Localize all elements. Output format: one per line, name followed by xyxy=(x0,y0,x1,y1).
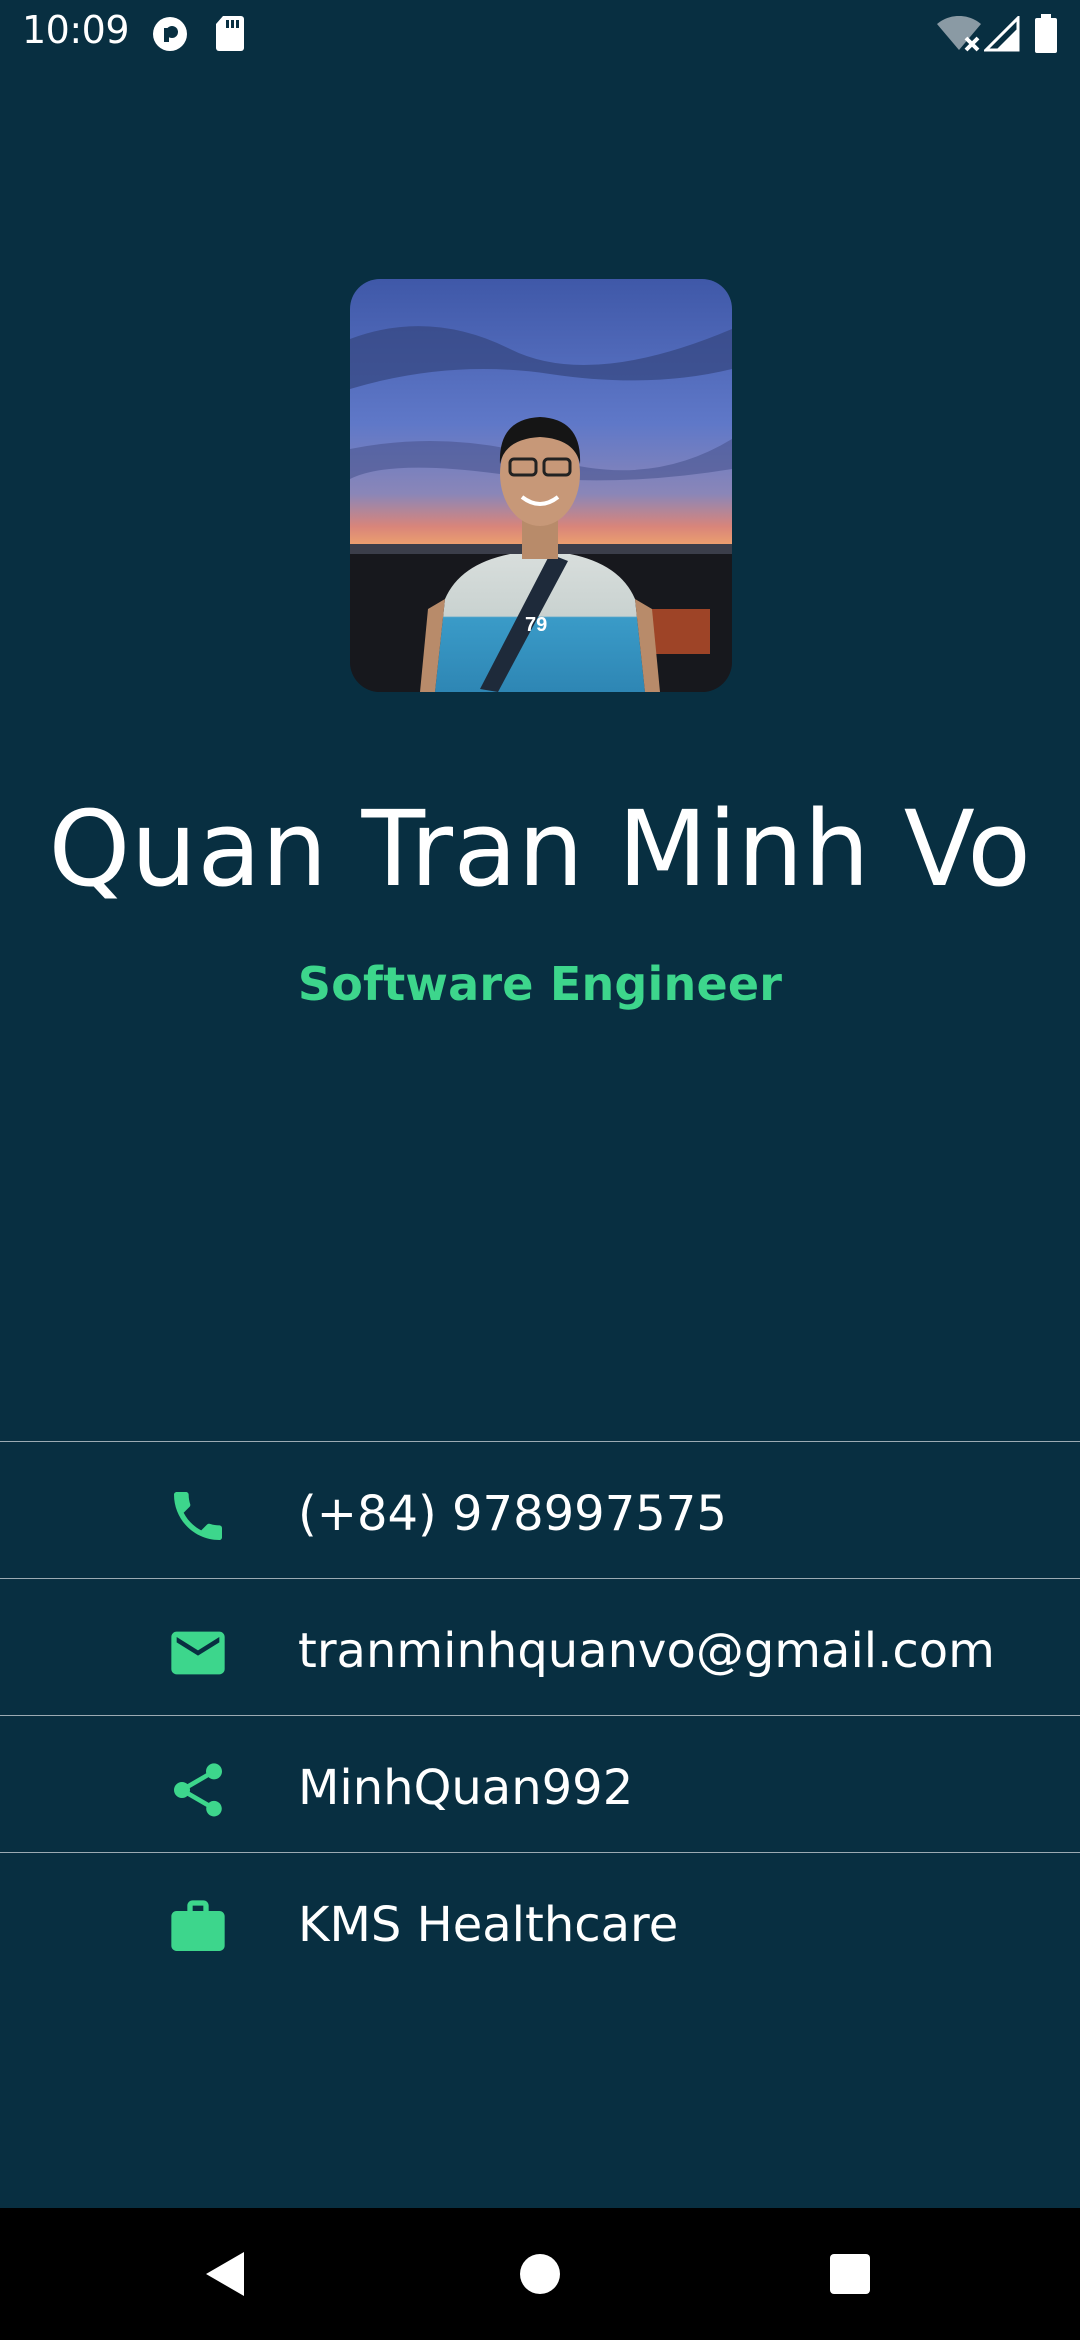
home-button[interactable] xyxy=(518,2252,562,2296)
email-icon xyxy=(171,1631,225,1675)
sd-card-icon xyxy=(216,16,244,51)
contact-row-social[interactable]: MinhQuan992 xyxy=(0,1715,1080,1852)
contact-email-text: tranminhquanvo@gmail.com xyxy=(298,1623,995,1679)
profile-title: Software Engineer xyxy=(297,957,783,1011)
contact-row-work[interactable]: KMS Healthcare xyxy=(0,1852,1080,1989)
briefcase-icon xyxy=(171,1900,225,1951)
business-card-screen: 10:09 79 Quan Tran Minh Vo Software Engi… xyxy=(0,0,1080,2340)
contact-phone-text: (+84) 978997575 xyxy=(298,1486,727,1542)
navigation-bar xyxy=(0,2208,1080,2340)
profile-name: Quan Tran Minh Vo xyxy=(48,788,1032,910)
contact-row-phone[interactable]: (+84) 978997575 xyxy=(0,1441,1080,1578)
contact-work-text: KMS Healthcare xyxy=(298,1897,679,1953)
recents-button[interactable] xyxy=(828,2252,872,2296)
battery-icon xyxy=(1035,14,1057,53)
contact-list: (+84) 978997575 tranminhquanvo@gmail.com… xyxy=(0,1441,1080,1989)
data-saver-icon xyxy=(153,17,187,51)
status-time: 10:09 xyxy=(22,8,130,52)
back-button[interactable] xyxy=(200,2248,252,2300)
wifi-off-icon xyxy=(937,16,981,52)
status-bar: 10:09 xyxy=(0,0,1080,66)
contact-row-email[interactable]: tranminhquanvo@gmail.com xyxy=(0,1578,1080,1715)
svg-text:79: 79 xyxy=(525,614,547,636)
contact-social-text: MinhQuan992 xyxy=(298,1760,634,1816)
cell-signal-icon xyxy=(984,16,1020,52)
share-icon xyxy=(174,1763,222,1817)
phone-icon xyxy=(174,1492,222,1540)
profile-avatar: 79 xyxy=(350,279,732,692)
